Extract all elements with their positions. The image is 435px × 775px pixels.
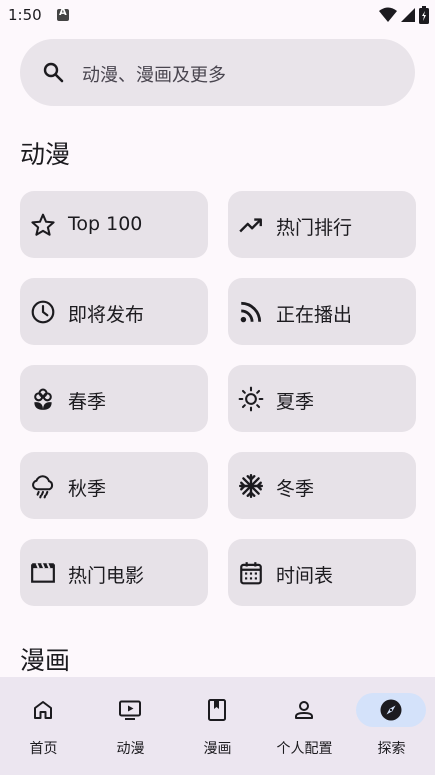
notification-icon bbox=[57, 7, 69, 21]
rain-cloud-icon bbox=[32, 475, 54, 499]
nav-item-manga[interactable]: 漫画 bbox=[174, 677, 261, 775]
tile-label: 热门排行 bbox=[276, 217, 353, 239]
flower-icon bbox=[34, 388, 52, 410]
status-time: 1:50 bbox=[8, 6, 42, 24]
tile-label: 秋季 bbox=[68, 478, 107, 500]
tile-label: 夏季 bbox=[276, 391, 315, 413]
tile-label: 热门电影 bbox=[68, 565, 145, 587]
person-icon bbox=[295, 701, 313, 719]
calendar-icon bbox=[240, 562, 262, 585]
battery-icon bbox=[419, 6, 429, 24]
book-icon bbox=[208, 699, 226, 721]
clock-icon bbox=[31, 300, 55, 324]
trending-up-icon bbox=[239, 218, 262, 233]
tile-summer[interactable]: 夏季 bbox=[228, 365, 416, 432]
star-icon bbox=[31, 213, 55, 236]
signal-icon bbox=[401, 8, 415, 22]
nav-label: 探索 bbox=[377, 741, 406, 757]
search-bar[interactable]: 动漫、漫画及更多 bbox=[20, 39, 415, 106]
tile-airing[interactable]: 正在播出 bbox=[228, 278, 416, 345]
tile-winter[interactable]: 冬季 bbox=[228, 452, 416, 519]
tile-label: 时间表 bbox=[276, 565, 334, 587]
tile-top-100[interactable]: Top 100 bbox=[20, 191, 208, 258]
tile-label: 即将发布 bbox=[68, 304, 145, 326]
tile-schedule[interactable]: 时间表 bbox=[228, 539, 416, 606]
tile-popular-movies[interactable]: 热门电影 bbox=[20, 539, 208, 606]
nav-label: 个人配置 bbox=[276, 741, 333, 757]
nav-item-explore[interactable]: 探索 bbox=[348, 677, 435, 775]
search-placeholder: 动漫、漫画及更多 bbox=[82, 65, 226, 86]
nav-item-profile[interactable]: 个人配置 bbox=[261, 677, 348, 775]
tile-upcoming[interactable]: 即将发布 bbox=[20, 278, 208, 345]
anime-section-title: 动漫 bbox=[20, 140, 71, 169]
home-icon bbox=[34, 701, 52, 719]
manga-section-title: 漫画 bbox=[20, 646, 71, 675]
wifi-icon bbox=[379, 7, 397, 22]
nav-label: 首页 bbox=[29, 741, 58, 757]
bottom-navigation: 首页 动漫 漫画 个人配置 探索 bbox=[0, 677, 435, 775]
movie-icon bbox=[31, 562, 55, 583]
sun-icon bbox=[238, 386, 264, 412]
tile-spring[interactable]: 春季 bbox=[20, 365, 208, 432]
snowflake-icon bbox=[238, 473, 264, 499]
tile-label: 正在播出 bbox=[276, 304, 353, 326]
compass-icon bbox=[380, 699, 402, 721]
status-bar: 1:50 bbox=[0, 0, 435, 32]
tile-label: 冬季 bbox=[276, 478, 315, 500]
tv-play-icon bbox=[119, 700, 141, 720]
rss-icon bbox=[240, 301, 262, 323]
nav-item-home[interactable]: 首页 bbox=[0, 677, 87, 775]
tile-autumn[interactable]: 秋季 bbox=[20, 452, 208, 519]
tile-label: Top 100 bbox=[68, 213, 143, 235]
nav-item-anime[interactable]: 动漫 bbox=[87, 677, 174, 775]
search-icon bbox=[43, 62, 64, 83]
nav-label: 漫画 bbox=[203, 741, 232, 757]
tile-trending[interactable]: 热门排行 bbox=[228, 191, 416, 258]
nav-label: 动漫 bbox=[116, 741, 145, 757]
tile-label: 春季 bbox=[68, 391, 107, 413]
